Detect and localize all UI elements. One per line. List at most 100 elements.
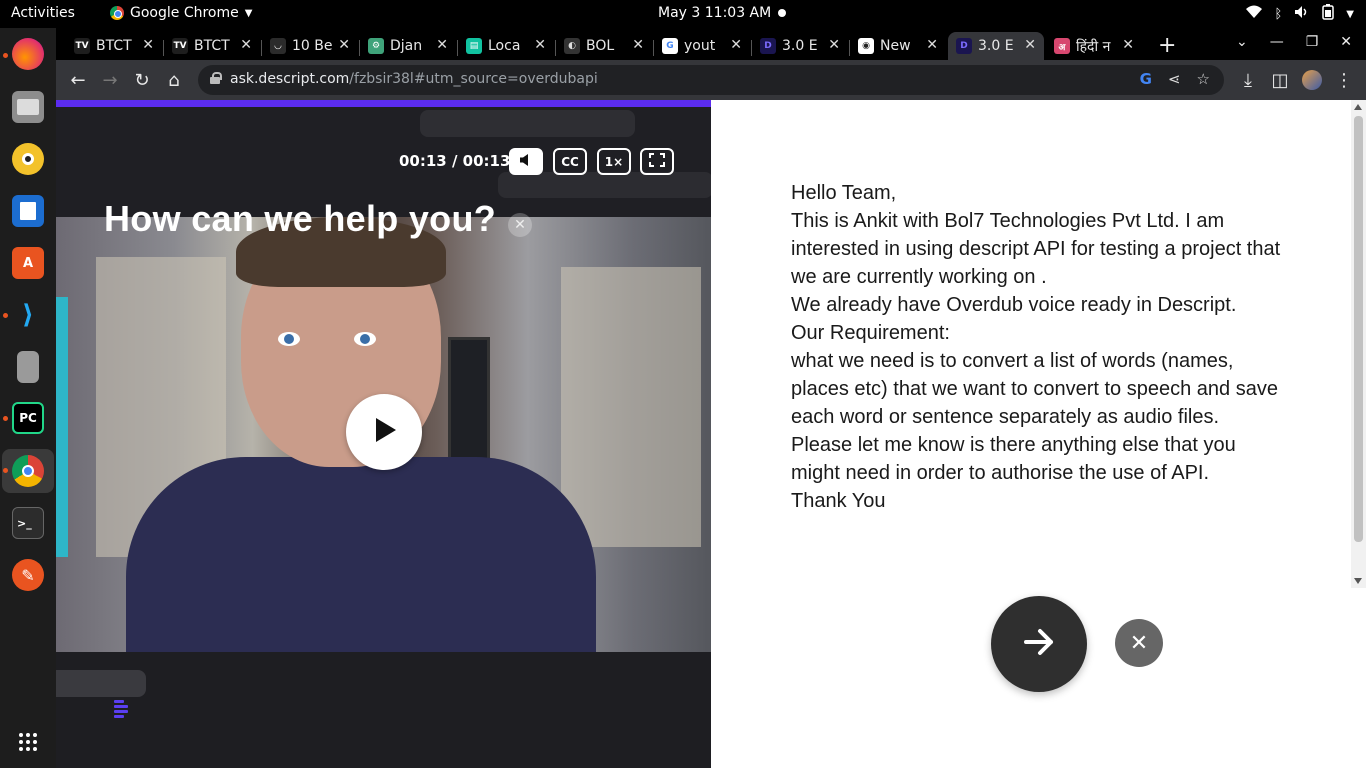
reload-button[interactable]: ↻ [130, 68, 154, 92]
address-bar[interactable]: ask.descript.com/fzbsir38l#utm_source=ov… [198, 65, 1224, 95]
browser-tab[interactable]: D 3.0 E ✕ [948, 32, 1044, 60]
dock: A ⟩ PC >_ ✎ [0, 28, 56, 768]
clock[interactable]: May 3 11:03 AM [658, 5, 771, 21]
close-icon[interactable]: ✕ [508, 213, 532, 237]
volume-icon[interactable] [1294, 5, 1310, 23]
video-progress-bar[interactable] [56, 100, 711, 107]
notification-dot-icon [778, 9, 786, 17]
tab-search-icon[interactable]: ⌄ [1236, 34, 1248, 50]
terminal-icon[interactable]: >_ [12, 507, 44, 539]
rhythmbox-icon[interactable] [12, 143, 44, 175]
lock-icon[interactable] [210, 72, 222, 84]
close-window-button[interactable]: ✕ [1340, 34, 1352, 50]
battery-icon[interactable] [1322, 4, 1335, 24]
download-icon[interactable]: ⤓ [1236, 68, 1260, 92]
tab-close-icon[interactable]: ✕ [1122, 37, 1134, 53]
mute-button[interactable] [509, 148, 543, 175]
software-icon[interactable]: A [12, 247, 44, 279]
app-grid-icon[interactable] [12, 726, 44, 758]
scroll-up-icon[interactable] [1354, 104, 1362, 110]
tab-title: Djan [390, 38, 423, 54]
person-eye [278, 332, 300, 346]
writer-icon[interactable] [12, 195, 44, 227]
tab-close-icon[interactable]: ✕ [730, 37, 742, 53]
tab-close-icon[interactable]: ✕ [828, 37, 840, 53]
tab-close-icon[interactable]: ✕ [142, 37, 154, 53]
browser-tab[interactable]: ◉ New ✕ [850, 32, 946, 60]
files-icon[interactable] [12, 91, 44, 123]
url-text[interactable]: ask.descript.com/fzbsir38l#utm_source=ov… [230, 71, 598, 87]
arrow-right-icon [1023, 628, 1055, 660]
submit-button[interactable] [991, 596, 1087, 692]
tab-close-icon[interactable]: ✕ [338, 37, 350, 53]
running-indicator [3, 468, 8, 473]
browser-tab[interactable]: ◡ 10 Be ✕ [262, 32, 358, 60]
window-controls: ⌄ — ❐ ✕ [1236, 34, 1352, 50]
browser-tab[interactable]: ◐ BOL ✕ [556, 32, 652, 60]
wifi-icon[interactable] [1246, 5, 1263, 23]
forward-button[interactable]: → [98, 68, 122, 92]
new-tab-button[interactable]: + [1158, 33, 1176, 58]
page-content: 00:13 / 00:13 CC 1× How can we help you?… [56, 100, 1366, 768]
system-tray[interactable]: ᛒ ▼ [1246, 4, 1354, 24]
chrome-menu-icon[interactable]: ⋮ [1332, 68, 1356, 92]
browser-tab[interactable]: अ हिंदी न ✕ [1046, 32, 1142, 60]
speed-label: 1× [604, 154, 624, 169]
tab-close-icon[interactable]: ✕ [926, 37, 938, 53]
scrollbar[interactable] [1351, 100, 1366, 588]
tab-close-icon[interactable]: ✕ [534, 37, 546, 53]
back-button[interactable]: ← [66, 68, 90, 92]
scrollbar-thumb[interactable] [1354, 116, 1363, 542]
cancel-button[interactable]: ✕ [1115, 619, 1163, 667]
chevron-down-icon[interactable]: ▼ [1346, 9, 1354, 20]
tab-close-icon[interactable]: ✕ [632, 37, 644, 53]
playback-speed-button[interactable]: 1× [597, 148, 631, 175]
play-button[interactable] [346, 394, 422, 470]
running-indicator [3, 313, 8, 318]
pen-icon[interactable]: ✎ [12, 559, 44, 591]
message-text[interactable]: Hello Team, This is Ankit with Bol7 Tech… [791, 179, 1281, 515]
firefox-icon[interactable] [12, 38, 44, 70]
maximize-button[interactable]: ❐ [1306, 34, 1319, 50]
tab-title: yout [684, 38, 716, 54]
app-menu-label: Google Chrome [130, 5, 239, 21]
volume-icon [519, 153, 533, 170]
captions-button[interactable]: CC [553, 148, 587, 175]
url-path: /fzbsir38l#utm_source=overdubapi [349, 71, 598, 87]
pycharm-icon[interactable]: PC [12, 402, 44, 434]
browser-tab[interactable]: ⚙ Djan ✕ [360, 32, 456, 60]
share-icon[interactable]: ⋖ [1168, 70, 1181, 88]
activities-button[interactable]: Activities [11, 5, 75, 21]
tab-title: 10 Be [292, 38, 333, 54]
avatar[interactable] [1300, 68, 1324, 92]
bluetooth-icon[interactable]: ᛒ [1274, 7, 1282, 22]
browser-tab[interactable]: TV BTCT ✕ [66, 32, 162, 60]
browser-tab[interactable]: Gyout ✕ [654, 32, 750, 60]
tab-favicon-icon: ▤ [466, 38, 482, 54]
message-line: what we need is to convert a list of wor… [791, 350, 1278, 428]
browser-tab[interactable]: D 3.0 E ✕ [752, 32, 848, 60]
chrome-icon[interactable] [12, 455, 44, 487]
home-button[interactable]: ⌂ [162, 68, 186, 92]
tab-favicon-icon: D [760, 38, 776, 54]
tab-title: हिंदी न [1076, 38, 1111, 55]
tab-close-icon[interactable]: ✕ [1024, 37, 1036, 53]
app-menu[interactable]: Google Chrome ▼ [110, 5, 252, 21]
side-panel-icon[interactable]: ◫ [1268, 68, 1292, 92]
message-line: This is Ankit with Bol7 Technologies Pvt… [791, 210, 1281, 288]
vscode-icon[interactable]: ⟩ [12, 299, 44, 331]
browser-tab[interactable]: ▤ Loca ✕ [458, 32, 554, 60]
fullscreen-button[interactable] [640, 148, 674, 175]
tab-favicon-icon: D [956, 38, 972, 54]
archive-icon[interactable] [17, 351, 39, 383]
tab-close-icon[interactable]: ✕ [240, 37, 252, 53]
bookmark-star-icon[interactable]: ☆ [1197, 70, 1210, 88]
tab-close-icon[interactable]: ✕ [436, 37, 448, 53]
placeholder-pill [498, 172, 711, 198]
tab-title: Loca [488, 38, 521, 54]
scroll-down-icon[interactable] [1354, 578, 1362, 584]
omnibox-actions: G ⋖ ☆ [1140, 70, 1210, 88]
google-lens-icon[interactable]: G [1140, 70, 1152, 88]
minimize-button[interactable]: — [1270, 34, 1284, 50]
browser-tab[interactable]: TV BTCT ✕ [164, 32, 260, 60]
